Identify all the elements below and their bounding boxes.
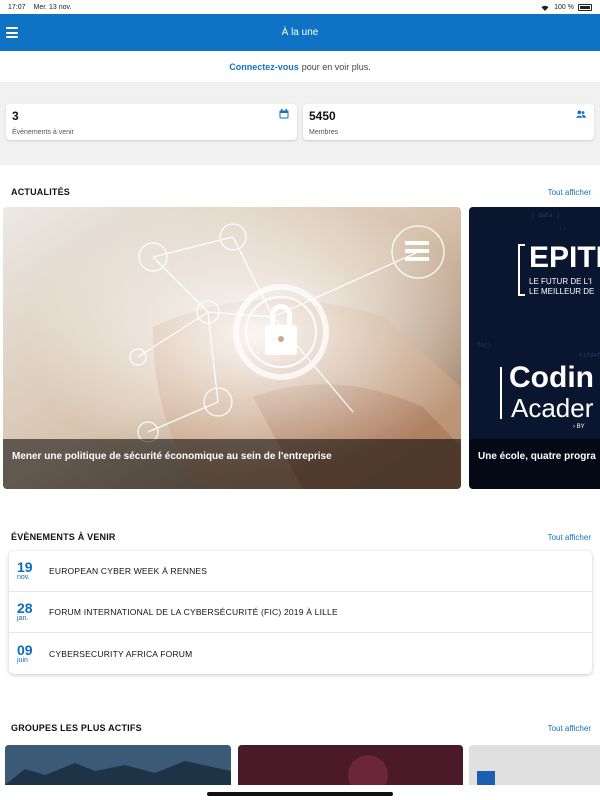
group-card[interactable] <box>5 745 231 785</box>
news-carousel[interactable]: Mener une politique de sécurité économiq… <box>0 207 600 489</box>
group-card[interactable] <box>238 745 463 785</box>
event-row[interactable]: 19 nov. EUROPEAN CYBER WEEK À RENNES <box>9 551 592 592</box>
event-date: 28 jan. <box>17 601 43 623</box>
status-bar: 17:07 Mer. 13 nov. 100 % <box>0 0 600 14</box>
event-month: juin <box>17 656 28 664</box>
svg-text:;;: ;; <box>559 224 566 231</box>
page-title: À la une <box>281 27 319 38</box>
news-card[interactable]: { data } ;; fn() #ifdef EPITE LE FUTUR D… <box>469 207 600 489</box>
event-day: 28 <box>17 600 33 616</box>
brand-main-line-2: Acader <box>511 393 594 423</box>
status-right: 100 % <box>540 3 592 11</box>
battery-percent: 100 % <box>554 3 574 11</box>
brand-subline-1: LE FUTUR DE L'I <box>529 277 592 286</box>
battery-icon <box>578 3 592 11</box>
members-icon <box>576 110 586 118</box>
svg-text:fn(): fn() <box>477 342 491 349</box>
news-card[interactable]: Mener une politique de sécurité économiq… <box>3 207 461 489</box>
news-section-title: ACTUALITÉS <box>11 187 70 197</box>
groups-section-header: GROUPES LES PLUS ACTIFS Tout afficher <box>0 721 600 735</box>
event-month: jan. <box>17 615 29 622</box>
news-section-header: ACTUALITÉS Tout afficher <box>0 185 600 199</box>
group-card[interactable] <box>469 745 600 785</box>
status-date: Mer. 13 nov. <box>33 3 72 11</box>
calendar-icon <box>279 109 289 119</box>
news-caption: Mener une politique de sécurité économiq… <box>12 451 332 462</box>
stats-section: 3 Évènements à venir 5450 Membres <box>0 82 600 165</box>
stat-card-events[interactable]: 3 Évènements à venir <box>6 104 297 140</box>
event-row[interactable]: 09 juin CYBERSECURITY AFRICA FORUM <box>9 633 592 674</box>
status-left: 17:07 Mer. 13 nov. <box>8 4 78 11</box>
groups-section-title: GROUPES LES PLUS ACTIFS <box>11 723 142 733</box>
brand-logo-top: EPITE <box>529 241 600 274</box>
menu-icon[interactable] <box>6 27 18 38</box>
event-title: FORUM INTERNATIONAL DE LA CYBERSÉCURITÉ … <box>49 607 338 617</box>
events-list: 19 nov. EUROPEAN CYBER WEEK À RENNES 28 … <box>9 551 592 674</box>
groups-see-all-link[interactable]: Tout afficher <box>548 724 591 733</box>
events-see-all-link[interactable]: Tout afficher <box>548 533 591 542</box>
login-banner: Connectez-vous pour en voir plus. <box>0 51 600 82</box>
event-day: 09 <box>17 641 33 658</box>
event-month: nov. <box>17 574 30 581</box>
stat-label-events: Évènements à venir <box>12 129 74 136</box>
stat-card-members[interactable]: 5450 Membres <box>303 104 594 140</box>
events-section-header: ÉVÈNEMENTS À VENIR Tout afficher <box>0 530 600 544</box>
brand-subline-2: LE MEILLEUR DE <box>529 287 595 296</box>
group-cover-image <box>238 745 463 785</box>
brand-by: › BY <box>573 424 585 430</box>
app-screen: 17:07 Mer. 13 nov. 100 % À la une Connec… <box>0 0 600 800</box>
nav-bar: À la une <box>0 14 600 51</box>
stat-label-members: Membres <box>309 129 339 136</box>
event-date: 19 nov. <box>17 560 43 582</box>
news-caption-overlay <box>3 439 461 489</box>
group-cover-image <box>469 745 600 785</box>
news-caption: Une école, quatre progra <box>478 451 596 462</box>
group-cover-image <box>5 745 231 785</box>
status-time: 17:07 <box>8 3 26 11</box>
svg-text:{ data }: { data } <box>531 212 560 219</box>
home-indicator[interactable] <box>207 792 393 796</box>
events-section-title: ÉVÈNEMENTS À VENIR <box>11 532 116 542</box>
news-see-all-link[interactable]: Tout afficher <box>548 188 591 197</box>
event-day: 19 <box>17 559 33 575</box>
event-title: EUROPEAN CYBER WEEK À RENNES <box>49 566 208 576</box>
news-caption-overlay <box>469 439 600 489</box>
stat-value-events: 3 <box>12 109 19 123</box>
event-title: CYBERSECURITY AFRICA FORUM <box>49 648 193 659</box>
signal-icon <box>541 5 549 11</box>
event-row[interactable]: 28 jan. FORUM INTERNATIONAL DE LA CYBERS… <box>9 592 592 633</box>
brand-main-line-1: Codin <box>509 361 594 394</box>
svg-text:#ifdef: #ifdef <box>579 352 600 359</box>
stat-value-members: 5450 <box>309 109 336 123</box>
login-link[interactable]: Connectez-vous <box>229 62 299 72</box>
event-date: 09 juin <box>17 643 43 665</box>
groups-carousel[interactable] <box>0 745 600 785</box>
login-banner-text: pour en voir plus. <box>301 61 371 72</box>
